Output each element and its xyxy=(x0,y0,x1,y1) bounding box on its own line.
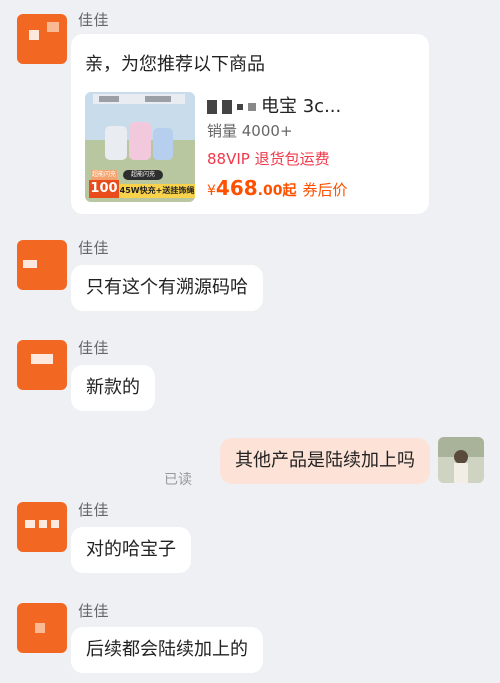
sender-name: 佳佳 xyxy=(78,239,110,257)
price-note: 券后价 xyxy=(302,181,348,199)
avatar[interactable] xyxy=(17,340,67,390)
price: ¥468.00起 券后价 xyxy=(207,176,348,200)
avatar[interactable] xyxy=(17,14,67,64)
sales-count: 销量 4000+ xyxy=(207,122,293,140)
read-status: 已读 xyxy=(164,472,192,488)
avatar[interactable] xyxy=(17,603,67,653)
product-card[interactable]: 亲，为您推荐以下商品 超能闪充 100 超能闪充 45W快充+送挂饰绳 电宝 3… xyxy=(71,34,429,214)
sender-name: 佳佳 xyxy=(78,339,110,357)
flash-label: 超能闪充 xyxy=(123,170,163,180)
sender-name: 佳佳 xyxy=(78,501,110,519)
message-bubble[interactable]: 后续都会陆续加上的 xyxy=(71,627,263,673)
sender-name: 佳佳 xyxy=(78,602,110,620)
price-decimal: .00 xyxy=(257,183,283,199)
power-bank-image xyxy=(129,122,151,160)
thumb-strip: 45W快充+送挂饰绳 xyxy=(119,184,195,198)
product-name-text: 电宝 3c... xyxy=(261,96,342,117)
promo-text: 88VIP 退货包运费 xyxy=(207,150,330,168)
price-suffix: 起 xyxy=(282,183,297,199)
message-bubble[interactable]: 对的哈宝子 xyxy=(71,527,191,573)
self-message-bubble[interactable]: 其他产品是陆续加上吗 xyxy=(220,438,430,484)
power-bank-image xyxy=(105,126,127,160)
self-avatar[interactable] xyxy=(438,437,484,483)
avatar[interactable] xyxy=(17,240,67,290)
price-integer: 468 xyxy=(215,176,258,200)
recommend-intro: 亲，为您推荐以下商品 xyxy=(85,54,265,75)
message-bubble[interactable]: 新款的 xyxy=(71,365,155,411)
product-thumbnail[interactable]: 超能闪充 100 超能闪充 45W快充+送挂饰绳 xyxy=(85,92,195,202)
power-bank-image xyxy=(153,128,173,160)
message-bubble[interactable]: 只有这个有溯源码哈 xyxy=(71,265,263,311)
avatar[interactable] xyxy=(17,502,67,552)
sender-name: 佳佳 xyxy=(78,11,110,29)
product-name[interactable]: 电宝 3c... xyxy=(207,92,341,118)
thumb-badge: 100 xyxy=(89,180,119,198)
price-symbol: ¥ xyxy=(207,183,216,199)
thumb-tag: 超能闪充 xyxy=(91,170,117,180)
